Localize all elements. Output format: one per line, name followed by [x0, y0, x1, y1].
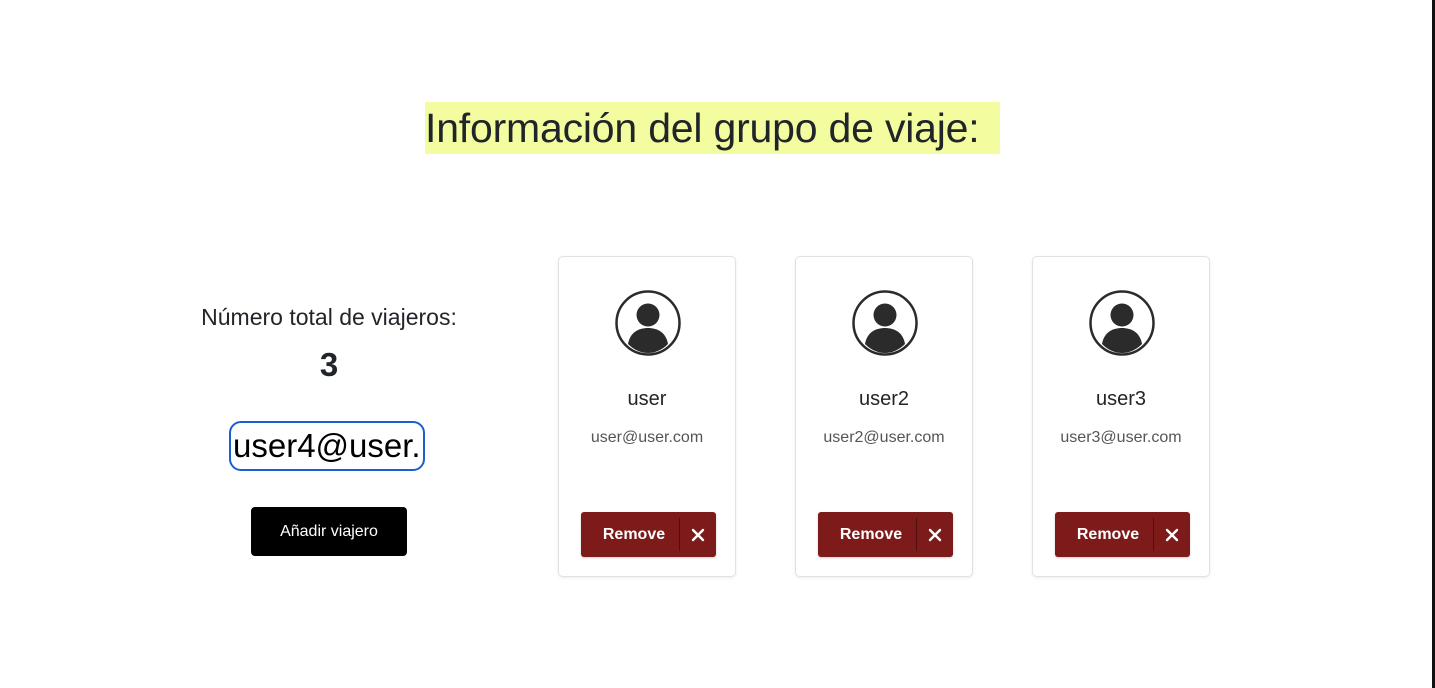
close-icon	[916, 518, 953, 551]
traveler-card: user3 user3@user.com Remove	[1032, 256, 1210, 577]
traveler-email: user3@user.com	[1060, 429, 1182, 446]
remove-traveler-button[interactable]: Remove	[581, 512, 716, 557]
total-travelers-count: 3	[319, 346, 339, 383]
user-circle-icon	[852, 290, 918, 356]
traveler-name: user2	[858, 388, 910, 410]
remove-button-label: Remove	[839, 525, 903, 543]
page-title: Información del grupo de viaje:	[425, 102, 1000, 154]
close-icon	[679, 518, 716, 551]
close-icon	[1153, 518, 1190, 551]
remove-traveler-button[interactable]: Remove	[818, 512, 953, 557]
traveler-card: user user@user.com Remove	[558, 256, 736, 577]
traveler-name: user3	[1095, 388, 1147, 410]
user-circle-icon	[1089, 290, 1155, 356]
traveler-email: user2@user.com	[823, 429, 945, 446]
user-circle-icon	[615, 290, 681, 356]
traveler-name: user	[627, 388, 667, 410]
traveler-email-input[interactable]	[229, 421, 425, 471]
add-traveler-button[interactable]: Añadir viajero	[251, 507, 407, 556]
remove-traveler-button[interactable]: Remove	[1055, 512, 1190, 557]
traveler-email: user@user.com	[590, 429, 704, 446]
remove-button-label: Remove	[1076, 525, 1140, 543]
remove-button-label: Remove	[602, 525, 666, 543]
page: Información del grupo de viaje: Número t…	[0, 0, 1435, 688]
traveler-card: user2 user2@user.com Remove	[795, 256, 973, 577]
total-travelers-label: Número total de viajeros:	[201, 304, 457, 330]
